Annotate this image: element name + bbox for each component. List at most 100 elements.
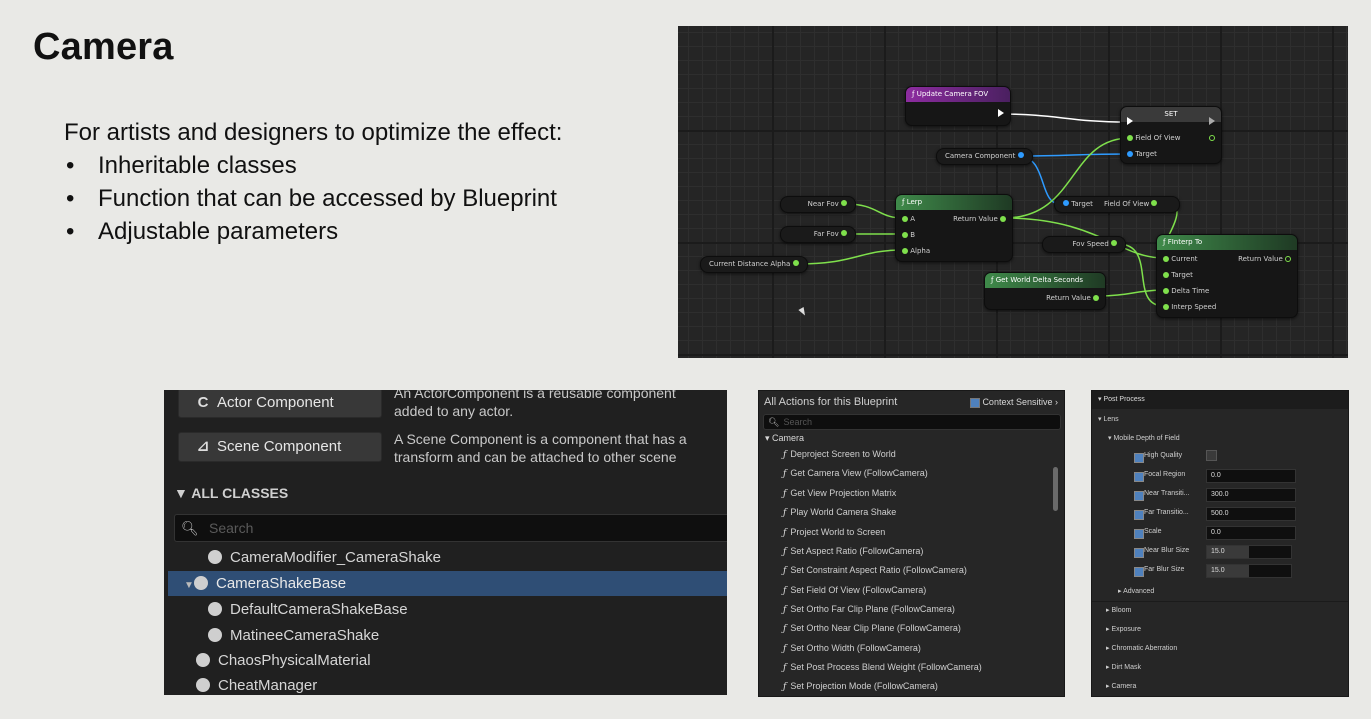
blueprint-graph[interactable]: ƒ Update Camera FOV SET Field Of View Ta… [678,26,1348,358]
actions-search-input[interactable]: 🔍︎ Search [763,414,1061,430]
checkbox-icon[interactable] [1134,567,1144,577]
finterp-target-pin[interactable]: Target [1163,271,1193,279]
current-pin[interactable]: Current [1163,255,1198,263]
action-item[interactable]: ƒ Set Ortho Near Clip Plane (FollowCamera… [783,623,961,634]
focal-region-field[interactable]: 0.0 [1206,469,1296,483]
lens-section[interactable]: ▾ Lens [1098,415,1119,423]
exec-out-pin[interactable] [998,109,1004,117]
field-of-view-pin[interactable]: Field Of View [1127,134,1180,142]
lerp-node[interactable]: ƒ Lerp A B Alpha Return Value [895,194,1013,262]
checkbox-icon[interactable] [1134,529,1144,539]
search-icon: 🔍︎ [768,417,780,427]
exposure-section[interactable]: ▸ Exposure [1106,625,1141,633]
set-node[interactable]: SET Field Of View Target [1120,106,1222,164]
action-item[interactable]: ƒ Project World to Screen [783,527,885,538]
scale-row[interactable]: Scale 0.0 [1130,525,1348,541]
focal-region-row[interactable]: Focal Region 0.0 [1130,468,1348,484]
finterp-return-pin[interactable]: Return Value [1238,255,1291,263]
far-transition-field[interactable]: 500.0 [1206,507,1296,521]
near-blur-size-row[interactable]: Near Blur Size 15.0 [1130,544,1348,560]
action-item[interactable]: ƒ Deproject Screen to World [783,449,896,460]
near-transition-field[interactable]: 300.0 [1206,488,1296,502]
high-quality-row[interactable]: High Quality [1130,449,1348,465]
action-item[interactable]: ƒ Set Field Of View (FollowCamera) [783,585,926,596]
bullet-list: For artists and designers to optimize th… [64,116,562,248]
chevron-right-icon: › [1055,397,1058,407]
action-item[interactable]: ƒ Get View Projection Matrix [783,488,896,499]
category-camera[interactable]: ▾ Camera [765,433,804,444]
far-blur-size-row[interactable]: Far Blur Size 15.0 [1130,563,1348,579]
exec-out-pin[interactable] [1209,117,1215,125]
class-item-selected[interactable]: ▼ CameraShakeBase [168,571,727,596]
scrollbar[interactable] [1053,467,1058,511]
class-icon [208,550,222,565]
checkbox-icon[interactable] [1134,510,1144,520]
search-icon: 🔍︎ [181,520,199,536]
actions-title: All Actions for this Blueprint [764,396,898,408]
class-search-input[interactable]: 🔍︎ Search [174,514,727,542]
delta-time-pin[interactable]: Delta Time [1163,287,1209,295]
camera-component-node[interactable]: Camera Component [936,148,1033,165]
class-item[interactable]: CheatManager [168,673,727,695]
far-fov-node[interactable]: Far Fov [780,226,856,243]
scene-component-button[interactable]: ⊿ Scene Component [178,432,382,462]
dirt-mask-section[interactable]: ▸ Dirt Mask [1106,663,1141,671]
fov-speed-node[interactable]: Fov Speed [1042,236,1126,253]
node-title: Get World Delta Seconds [995,276,1083,284]
interp-speed-pin[interactable]: Interp Speed [1163,303,1216,311]
delta-return-pin[interactable]: Return Value [1046,294,1099,302]
action-item[interactable]: ƒ Set Post Process Blend Weight (FollowCa… [783,662,982,673]
class-icon [208,628,222,643]
near-fov-node[interactable]: Near Fov [780,196,856,213]
exec-in-pin[interactable] [1127,117,1133,125]
bullet-item: • Inheritable classes [66,152,297,179]
chromatic-aberration-section[interactable]: ▸ Chromatic Aberration [1106,644,1177,652]
bloom-section[interactable]: ▸ Bloom [1106,606,1131,614]
action-item[interactable]: ƒ Get Camera View (FollowCamera) [783,468,928,479]
lerp-alpha-pin[interactable]: Alpha [902,247,930,255]
collapse-arrow-icon: ▾ [1108,435,1112,442]
checkbox-icon[interactable] [1134,548,1144,558]
checkbox-icon[interactable] [1134,453,1144,463]
context-sensitive-toggle[interactable]: Context Sensitive › [970,397,1058,408]
action-item[interactable]: ƒ Set Projection Mode (FollowCamera) [783,681,938,692]
class-item[interactable]: MatineeCameraShake [168,623,727,648]
action-item[interactable]: ƒ Set Aspect Ratio (FollowCamera) [783,546,923,557]
actor-component-button[interactable]: C Actor Component [178,390,382,418]
scale-field[interactable]: 0.0 [1206,526,1296,540]
finterp-to-node[interactable]: ƒ FInterp To Current Return Value Target… [1156,234,1298,318]
checkbox-icon[interactable] [1134,472,1144,482]
class-item[interactable]: CameraModifier_CameraShake [168,545,727,570]
lerp-b-pin[interactable]: B [902,231,915,239]
expand-arrow-icon: ▸ [1106,645,1110,652]
near-blur-size-slider[interactable]: 15.0 [1206,545,1292,559]
class-item[interactable]: DefaultCameraShakeBase [168,597,727,622]
lerp-a-pin[interactable]: A [902,215,915,223]
far-transition-row[interactable]: Far Transitio... 500.0 [1130,506,1348,522]
target-pin[interactable]: Target [1127,150,1157,158]
action-item[interactable]: ƒ Set Constraint Aspect Ratio (FollowCame… [783,565,967,576]
action-item[interactable]: ƒ Set Ortho Far Clip Plane (FollowCamera) [783,604,955,615]
advanced-section[interactable]: ▸ Advanced [1118,587,1154,595]
class-item[interactable]: ChaosPhysicalMaterial [168,648,727,673]
class-icon [208,602,222,617]
update-camera-fov-node[interactable]: ƒ Update Camera FOV [905,86,1011,126]
far-blur-size-slider[interactable]: 15.0 [1206,564,1292,578]
high-quality-checkbox[interactable] [1206,450,1217,461]
field-of-view-out-pin[interactable] [1209,134,1215,142]
lerp-return-pin[interactable]: Return Value [953,215,1006,223]
get-world-delta-seconds-node[interactable]: ƒ Get World Delta Seconds Return Value [984,272,1106,310]
post-process-header[interactable]: ▾ Post Process [1092,391,1348,409]
checkbox-icon[interactable] [1134,491,1144,501]
expand-arrow-icon: ▸ [1106,683,1110,690]
action-item[interactable]: ƒ Play World Camera Shake [783,507,896,518]
get-field-of-view-node[interactable]: Target Field Of View [1054,196,1180,213]
mobile-dof-section[interactable]: ▾ Mobile Depth of Field [1108,434,1180,442]
camera-section[interactable]: ▸ Camera [1106,682,1136,690]
class-icon [196,678,210,693]
action-item[interactable]: ƒ Set Ortho Width (FollowCamera) [783,643,921,654]
current-distance-alpha-node[interactable]: Current Distance Alpha [700,256,808,273]
collapse-arrow-icon: ▾ [1098,396,1102,403]
all-classes-section[interactable]: ▼ ALL CLASSES [174,485,288,501]
near-transition-row[interactable]: Near Transiti... 300.0 [1130,487,1348,503]
